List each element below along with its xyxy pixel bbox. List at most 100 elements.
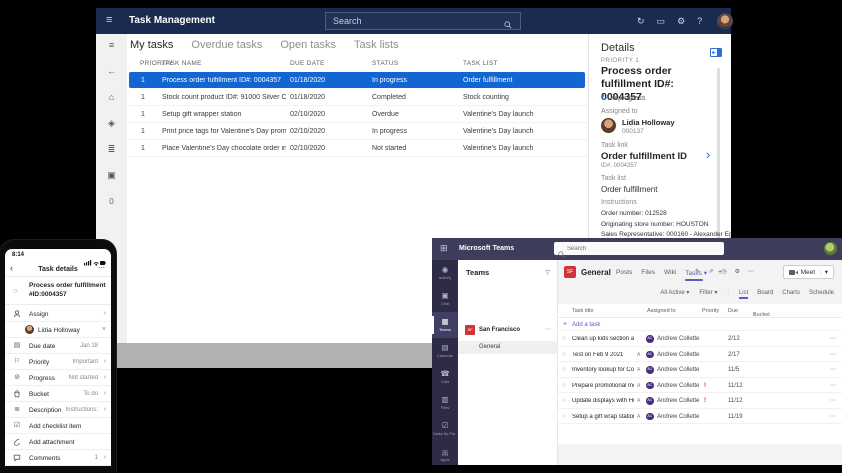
chevron-icon[interactable]: ›: [104, 454, 106, 461]
col-task-name[interactable]: TASK NAME: [162, 60, 202, 67]
col-task-list[interactable]: TASK LIST: [463, 60, 498, 67]
filter-icon[interactable]: ▽: [545, 269, 550, 276]
settings-icon[interactable]: ⚙: [735, 268, 740, 275]
rail-item-chat[interactable]: ▣ Chat: [432, 286, 458, 312]
chevron-icon[interactable]: ›: [104, 358, 106, 365]
modules-icon[interactable]: ◈: [108, 119, 115, 128]
task-row[interactable]: 1 Stock count product ID#: 91000 Silver …: [127, 89, 588, 106]
phone-detail-row[interactable]: Comments 1 ›: [5, 450, 111, 466]
view-schedule[interactable]: Schedule: [809, 290, 834, 296]
col-status[interactable]: STATUS: [372, 60, 398, 67]
planner-task-row[interactable]: ○ Update displays with Holiday poster...…: [558, 393, 842, 409]
meet-button[interactable]: Meet | ▾: [783, 265, 834, 279]
col-task-title[interactable]: Task title: [572, 308, 593, 314]
expand-icon[interactable]: ⇗: [708, 268, 713, 275]
planner-task-row[interactable]: ○ Clean up kids section aisle 14 and res…: [558, 331, 842, 347]
hamburger-menu-icon[interactable]: ≡: [106, 14, 112, 26]
channel-tab-posts[interactable]: Posts: [616, 269, 632, 277]
open-link-chevron-icon[interactable]: ›: [706, 147, 710, 162]
chevron-icon[interactable]: ›: [104, 406, 106, 413]
more-options-icon[interactable]: ⋯: [98, 264, 105, 272]
complete-circle-icon[interactable]: ○: [562, 397, 566, 404]
complete-circle-icon[interactable]: ○: [562, 382, 566, 389]
task-row[interactable]: 1 Print price tags for Valentine's Day p…: [127, 123, 588, 140]
phone-detail-row[interactable]: Add attachment: [5, 434, 111, 450]
all-active-dropdown[interactable]: All Active ▾: [660, 289, 689, 296]
complete-circle-icon[interactable]: ○: [562, 413, 566, 420]
waffle-icon[interactable]: ⊞: [440, 244, 448, 253]
phone-detail-row[interactable]: ⊘ Progress Not started ›: [5, 370, 111, 386]
channel-tab-files[interactable]: Files: [641, 269, 655, 277]
col-due[interactable]: Due: [728, 308, 738, 314]
planner-task-row[interactable]: ○ Prepare promotional merchandise fo... …: [558, 378, 842, 394]
row-more-icon[interactable]: ⋯: [830, 366, 836, 373]
search-icon[interactable]: [504, 16, 512, 34]
chevron-icon[interactable]: ›: [104, 310, 106, 317]
settings-icon[interactable]: ⚙: [677, 16, 685, 27]
user-avatar[interactable]: [717, 13, 733, 29]
clock-icon[interactable]: ◷: [721, 268, 726, 275]
phone-detail-row[interactable]: ▤ Due date Jan 18: [5, 338, 111, 354]
team-more-icon[interactable]: ⋯: [545, 326, 551, 333]
row-more-icon[interactable]: ⋯: [830, 351, 836, 358]
rail-item-activity[interactable]: ◉ Activity: [432, 260, 458, 286]
rail-item-tasks-by-pla-[interactable]: ☑ Tasks by Pla...: [432, 416, 458, 442]
row-more-icon[interactable]: ⋯: [830, 413, 836, 420]
phone-task-row[interactable]: ○ Process order fulfillment #ID:0004357: [5, 278, 111, 305]
phone-detail-row[interactable]: Assign ›: [5, 306, 111, 322]
assignee-name[interactable]: Lidia Holloway: [622, 118, 675, 127]
phone-detail-row[interactable]: ≣ Description Instructions: ›: [5, 402, 111, 418]
box-icon[interactable]: ▣: [107, 171, 116, 180]
close-icon[interactable]: ×: [102, 326, 106, 333]
help-icon[interactable]: ?: [697, 16, 702, 26]
row-more-icon[interactable]: ⋯: [830, 397, 836, 404]
channel-item-general[interactable]: General: [458, 341, 558, 354]
task-row[interactable]: 1 Process order fulfillment ID#: 0004357…: [127, 72, 588, 89]
view-charts[interactable]: Charts: [782, 290, 800, 296]
rail-item-calendar[interactable]: ▤ Calendar: [432, 338, 458, 364]
complete-circle-icon[interactable]: ○: [562, 335, 566, 342]
team-item[interactable]: SF San Francisco ⋯: [458, 324, 558, 338]
task-row[interactable]: 1 Place Valentine's Day chocolate order …: [127, 140, 588, 157]
row-more-icon[interactable]: ⋯: [830, 382, 836, 389]
teams-search-input[interactable]: [554, 242, 724, 255]
tab-overdue-tasks[interactable]: Overdue tasks: [191, 39, 262, 51]
channel-tab-wiki[interactable]: Wiki: [664, 269, 676, 277]
list-icon[interactable]: ≣: [108, 145, 116, 154]
task-link-title[interactable]: Order fulfillment ID: [601, 151, 687, 162]
search-input[interactable]: [325, 12, 521, 30]
rail-item-files[interactable]: ▥ Files: [432, 390, 458, 416]
add-task-row[interactable]: + Add a task: [558, 318, 842, 331]
col-priority[interactable]: Priority: [702, 308, 719, 314]
collapse-panel-icon[interactable]: [710, 44, 722, 62]
view-board[interactable]: Board: [757, 290, 773, 296]
tab-my-tasks[interactable]: My tasks: [130, 39, 173, 51]
row-more-icon[interactable]: ⋯: [830, 335, 836, 342]
complete-circle-icon[interactable]: ○: [562, 351, 566, 358]
menu-icon[interactable]: ≡: [109, 41, 114, 50]
tab-task-lists[interactable]: Task lists: [354, 39, 399, 51]
rail-item-apps[interactable]: ⊞Apps: [432, 449, 458, 462]
phone-detail-row[interactable]: ⚐ Priority Important ›: [5, 354, 111, 370]
teams-user-avatar[interactable]: [824, 242, 837, 255]
task-row[interactable]: 1 Setup gift wrapper station 02/10/2020 …: [127, 106, 588, 123]
planner-task-row[interactable]: ○ Test on Feb 9 2021 A AC Andrew Collett…: [558, 347, 842, 363]
phone-detail-row[interactable]: Lidia Holloway ×: [5, 322, 111, 338]
home-icon[interactable]: ⌂: [109, 93, 114, 102]
window-icon[interactable]: ▭: [657, 16, 666, 27]
refresh-icon[interactable]: ↻: [637, 16, 645, 27]
planner-task-row[interactable]: ○ Inventory lookup for Cowboy boots ... …: [558, 362, 842, 378]
complete-circle-icon[interactable]: ○: [562, 366, 566, 373]
view-list[interactable]: List: [739, 290, 748, 296]
col-assigned-to[interactable]: Assigned to: [647, 308, 676, 314]
tab-open-tasks[interactable]: Open tasks: [280, 39, 336, 51]
chevron-icon[interactable]: ›: [104, 374, 106, 381]
compose-icon[interactable]: ✎: [695, 268, 700, 275]
rail-item-calls[interactable]: ☎ Calls: [432, 364, 458, 390]
planner-task-row[interactable]: ○ Setup a gift wrap station A AC Andrew …: [558, 409, 842, 425]
back-icon[interactable]: ←: [107, 67, 116, 76]
complete-circle-icon[interactable]: ○: [13, 286, 18, 295]
col-due-date[interactable]: DUE DATE: [290, 60, 325, 67]
more-icon[interactable]: ⋯: [748, 268, 754, 275]
filter-dropdown[interactable]: Filter ▾: [699, 289, 717, 296]
